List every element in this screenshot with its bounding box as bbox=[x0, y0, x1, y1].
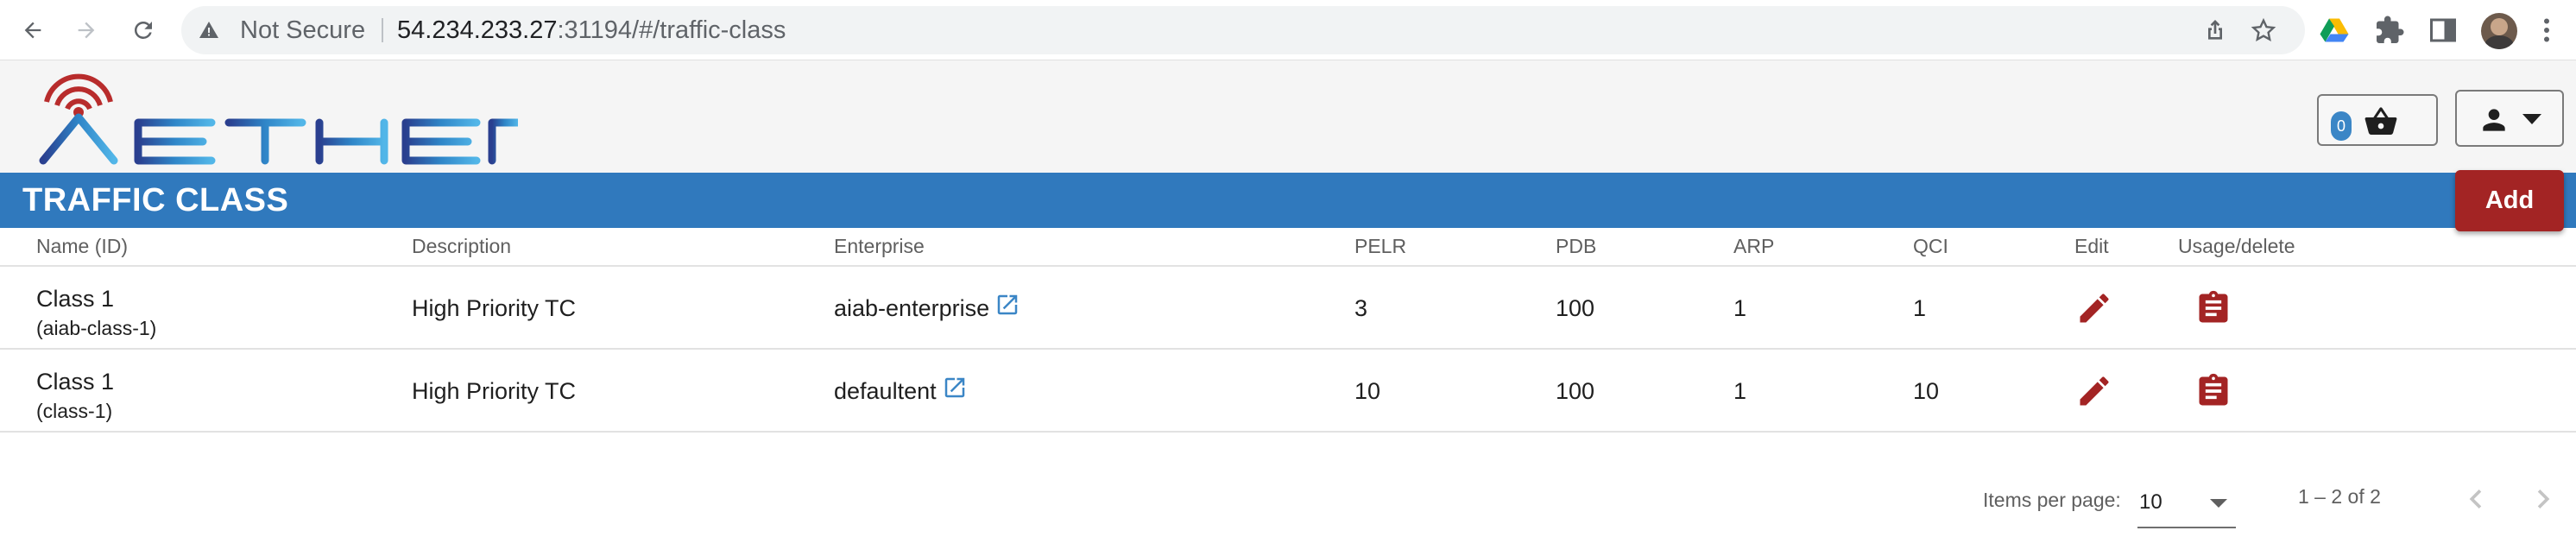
back-arrow-icon bbox=[24, 22, 41, 39]
add-button[interactable]: Add bbox=[2455, 170, 2564, 231]
back-button[interactable] bbox=[16, 13, 50, 47]
url-host: 54.234.233.27 bbox=[397, 16, 558, 44]
edit-pencil-icon[interactable] bbox=[2075, 289, 2113, 327]
next-page-icon[interactable] bbox=[2524, 480, 2562, 518]
page-range-label: 1 – 2 of 2 bbox=[2298, 485, 2381, 508]
table-row[interactable]: Class 1 (aiab-class-1) High Priority TC … bbox=[0, 267, 2576, 350]
edit-pencil-icon[interactable] bbox=[2075, 372, 2113, 410]
basket-button[interactable]: 0 bbox=[2317, 94, 2438, 146]
enterprise-name: defaultent bbox=[834, 378, 937, 404]
row-qci: 1 bbox=[1913, 295, 1927, 321]
row-name: Class 1 bbox=[36, 286, 115, 312]
address-divider bbox=[382, 18, 383, 42]
table-row[interactable]: Class 1 (class-1) High Priority TC defau… bbox=[0, 350, 2576, 433]
basket-icon bbox=[2364, 107, 2397, 136]
row-pelr: 3 bbox=[1354, 295, 1368, 321]
reload-icon bbox=[134, 21, 152, 39]
google-drive-icon[interactable] bbox=[2319, 15, 2350, 46]
row-enterprise: aiab-enterprise bbox=[834, 267, 1020, 350]
url-path: :31194/#/traffic-class bbox=[557, 16, 786, 44]
col-description[interactable]: Description bbox=[412, 228, 511, 264]
share-icon[interactable] bbox=[2201, 16, 2229, 44]
more-menu-icon[interactable] bbox=[2531, 15, 2562, 46]
profile-avatar[interactable] bbox=[2481, 13, 2517, 49]
col-usage-delete: Usage/delete bbox=[2178, 235, 2295, 257]
enterprise-name: aiab-enterprise bbox=[834, 295, 990, 321]
bookmark-star-icon[interactable] bbox=[2250, 16, 2277, 44]
row-arp: 1 bbox=[1733, 378, 1747, 404]
row-description: High Priority TC bbox=[412, 295, 577, 321]
url-text[interactable]: 54.234.233.27:31194/#/traffic-class bbox=[397, 6, 786, 54]
basket-count-badge: 0 bbox=[2331, 111, 2352, 141]
person-icon bbox=[2483, 109, 2505, 131]
app-header: 0 bbox=[0, 60, 2576, 173]
reload-button[interactable] bbox=[126, 13, 161, 47]
avatar-shoulders bbox=[2484, 35, 2514, 49]
row-pdb: 100 bbox=[1556, 295, 1595, 321]
items-per-page-label: Items per page: bbox=[1983, 489, 2121, 511]
row-pelr: 10 bbox=[1354, 378, 1381, 404]
side-panel-icon[interactable] bbox=[2428, 15, 2459, 46]
security-status[interactable]: Not Secure bbox=[240, 6, 365, 54]
row-enterprise: defaultent bbox=[834, 350, 968, 433]
row-id: (class-1) bbox=[36, 400, 113, 422]
usage-clipboard-icon[interactable] bbox=[2194, 372, 2232, 410]
warning-icon bbox=[199, 22, 218, 38]
usage-clipboard-icon[interactable] bbox=[2194, 289, 2232, 327]
row-description: High Priority TC bbox=[412, 378, 577, 404]
address-bar[interactable]: Not Secure 54.234.233.27:31194/#/traffic… bbox=[181, 6, 2305, 54]
row-qci: 10 bbox=[1913, 378, 1940, 404]
avatar-face bbox=[2491, 18, 2508, 35]
page-size-value: 10 bbox=[2139, 490, 2162, 514]
chevron-down-icon bbox=[2522, 114, 2541, 124]
col-name-id[interactable]: Name (ID) bbox=[36, 228, 128, 264]
row-arp: 1 bbox=[1733, 295, 1747, 321]
aether-logo[interactable] bbox=[35, 71, 518, 167]
extensions-puzzle-icon[interactable] bbox=[2374, 15, 2405, 46]
dropdown-caret-icon bbox=[2210, 499, 2227, 508]
table-header: Name (ID) Description Enterprise PELR PD… bbox=[0, 228, 2576, 267]
browser-toolbar: Not Secure 54.234.233.27:31194/#/traffic… bbox=[0, 0, 2576, 60]
col-arp[interactable]: ARP bbox=[1733, 228, 1774, 264]
open-in-new-icon[interactable] bbox=[942, 375, 968, 401]
col-pelr[interactable]: PELR bbox=[1354, 228, 1406, 264]
user-menu-button[interactable] bbox=[2455, 90, 2564, 147]
row-name: Class 1 bbox=[36, 369, 115, 395]
forward-arrow-icon bbox=[78, 22, 95, 39]
row-pdb: 100 bbox=[1556, 378, 1595, 404]
row-id: (aiab-class-1) bbox=[36, 317, 157, 339]
page-size-select[interactable]: 10 bbox=[2137, 483, 2236, 528]
col-pdb[interactable]: PDB bbox=[1556, 228, 1596, 264]
col-qci[interactable]: QCI bbox=[1913, 228, 1948, 264]
page-title-bar: TRAFFIC CLASS bbox=[0, 173, 2576, 228]
open-in-new-icon[interactable] bbox=[994, 292, 1020, 318]
col-edit: Edit bbox=[2074, 235, 2109, 257]
forward-button[interactable] bbox=[69, 13, 104, 47]
col-enterprise[interactable]: Enterprise bbox=[834, 228, 925, 264]
page-title: TRAFFIC CLASS bbox=[22, 182, 289, 218]
previous-page-icon[interactable] bbox=[2457, 480, 2495, 518]
